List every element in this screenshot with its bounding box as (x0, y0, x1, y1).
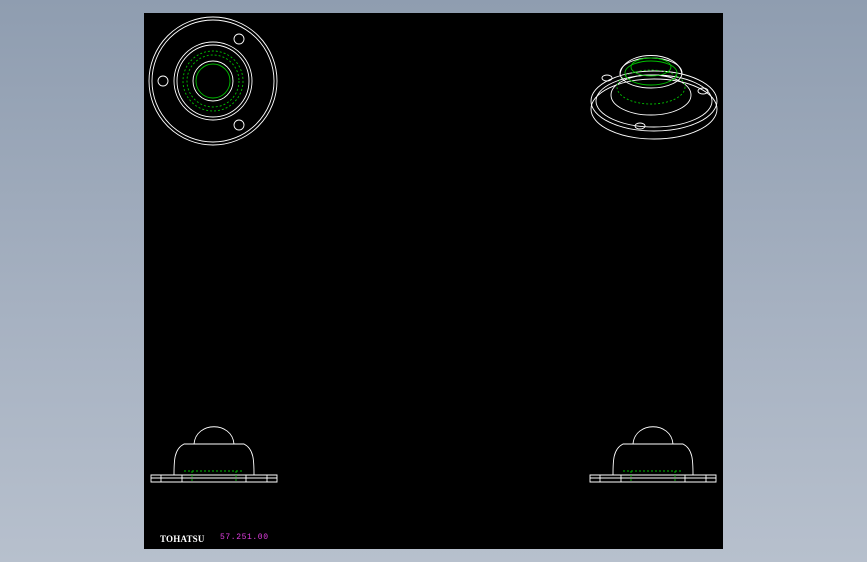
boss-base (610, 74, 692, 116)
bolt-hole (601, 74, 613, 82)
flange-top-edge (590, 70, 718, 132)
bolt-hole (697, 87, 709, 95)
side-view (589, 426, 717, 483)
bolt-hole (233, 119, 245, 131)
front-view (150, 426, 278, 483)
hidden-ring (186, 54, 240, 108)
flange-outline (589, 474, 717, 483)
part-number-label: 57.251.00 (220, 533, 269, 542)
ball-circle (192, 60, 234, 102)
cad-viewport[interactable]: TOHATSU 57.251.00 (144, 13, 723, 549)
flange-outline (150, 474, 278, 483)
bolt-hole (157, 75, 169, 87)
isometric-view (590, 55, 718, 140)
hidden-ring (182, 50, 244, 112)
boss-outer-circle (173, 41, 253, 121)
housing-outline (612, 443, 694, 476)
ball-outline (632, 426, 674, 445)
flange-inner-edge (595, 74, 713, 128)
ball-inner-circle (195, 63, 231, 99)
housing-outline (173, 443, 255, 476)
top-view (148, 16, 278, 146)
boss-inner-circle (176, 44, 250, 118)
ball-outline (193, 426, 235, 445)
bolt-hole (233, 33, 245, 45)
drawing-canvas (148, 16, 718, 483)
flange-inner-circle (151, 19, 275, 143)
brand-label: TOHATSU (160, 534, 205, 544)
